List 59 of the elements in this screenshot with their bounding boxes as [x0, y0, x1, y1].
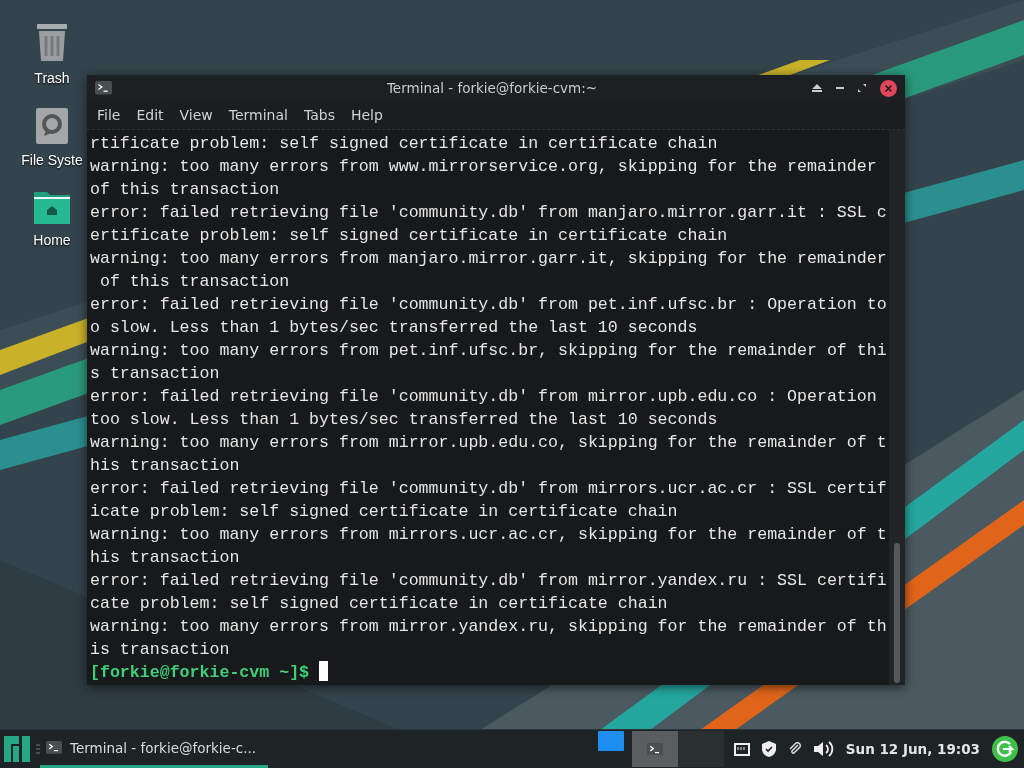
desktop-icon[interactable]: Trash: [34, 22, 70, 86]
terminal-line: error: failed retrieving file 'community.db' from mirror.upb.edu.co : Operation: [90, 386, 878, 408]
terminal-line: ertificate problem: self signed certificate in certificate chain: [90, 225, 729, 247]
terminal-line: warning: too many errors from manjaro.mirror.garr.it, skipping for the remainder: [90, 248, 888, 270]
terminal-line: error: failed retrieving file 'community.db' from mirror.yandex.ru : SSL certifi: [90, 570, 888, 592]
terminal-line: warning: too many errors from mirror.upb.edu.co, skipping for the remainder of t: [90, 432, 888, 454]
desktop-icon-label: Home: [33, 232, 71, 248]
terminal-line: error: failed retrieving file 'community.db' from pet.inf.ufsc.br : Operation to: [90, 294, 888, 316]
menu-item[interactable]: Help: [342, 107, 391, 123]
terminal-line: cate problem: self signed certificate in certificate chain: [90, 593, 669, 615]
terminal-line: his transaction: [90, 455, 241, 477]
terminal-line: o slow. Less than 1 bytes/sec transferred the last 10 seconds: [90, 317, 699, 339]
terminal-icon: [46, 741, 62, 754]
close-icon[interactable]: [880, 79, 897, 97]
task-button[interactable]: Terminal - forkie@forkie-c...: [40, 730, 269, 768]
volume-icon[interactable]: [813, 741, 834, 757]
paperclip-icon[interactable]: [787, 741, 802, 757]
terminal-line: error: failed retrieving file 'community.db' from mirrors.ucr.ac.cr : SSL certif: [90, 478, 888, 500]
terminal-line: warning: too many errors from pet.inf.ufsc.br, skipping for the remainder of thi: [90, 340, 888, 362]
trash-icon: [35, 22, 69, 62]
terminal-line: error: failed retrieving file 'community.db' from manjaro.mirror.garr.it : SSL c: [90, 202, 888, 224]
maximize-icon[interactable]: [858, 84, 866, 92]
desktop-icon[interactable]: File Syste: [21, 108, 83, 168]
menu-item[interactable]: Terminal: [220, 107, 296, 123]
terminal-icon: [95, 81, 112, 95]
terminal-line: warning: too many errors from www.mirrorservice.org, skipping for the remainder: [90, 156, 878, 178]
clock[interactable]: Sun 12 Jun, 19:03: [845, 741, 980, 757]
terminal-icon: [646, 742, 663, 756]
update-icon[interactable]: [992, 736, 1018, 762]
network-icon[interactable]: [733, 742, 750, 756]
window-title: Terminal - forkie@forkie-cvm:~: [385, 80, 599, 96]
handle-icon: [36, 744, 40, 754]
menu-item[interactable]: Tabs: [295, 107, 343, 123]
terminal-line: icate problem: self signed certificate in certificate chain: [90, 501, 679, 523]
text-cursor: [319, 661, 329, 681]
terminal-line: warning: too many errors from mirrors.ucr.ac.cr, skipping for the remainder of t: [90, 524, 888, 546]
shell-prompt: [forkie@forkie-cvm ~]$: [90, 663, 310, 682]
workspace[interactable]: [631, 731, 678, 767]
terminal-line: is transaction: [90, 639, 231, 661]
menu-logo-icon[interactable]: [4, 736, 30, 762]
show-desktop-icon[interactable]: [597, 731, 624, 751]
terminal-line: rtificate problem: self signed certificate in certificate chain: [90, 133, 719, 155]
scrollbar-thumb[interactable]: [894, 543, 900, 683]
drive-icon: [36, 108, 68, 144]
terminal-line: of this transaction: [98, 271, 291, 293]
menu-item[interactable]: Edit: [128, 107, 172, 123]
terminal-line: s transaction: [90, 363, 221, 385]
desktop-icon-label: File Syste: [21, 152, 83, 168]
menu-item[interactable]: View: [171, 107, 221, 123]
keep-above-icon[interactable]: [812, 84, 822, 92]
terminal-line: his transaction: [90, 547, 241, 569]
menu-item[interactable]: File: [89, 107, 129, 123]
scrollbar[interactable]: [889, 130, 905, 685]
desktop-icon[interactable]: Home: [33, 190, 71, 248]
terminal-line: of this transaction: [90, 179, 281, 201]
shield-icon[interactable]: [761, 741, 776, 757]
desktop-icon-label: Trash: [34, 70, 70, 86]
terminal-line: warning: too many errors from mirror.yandex.ru, skipping for the remainder of th: [90, 616, 888, 638]
terminal-line: too slow. Less than 1 bytes/sec transferred the last 10 seconds: [90, 409, 719, 431]
